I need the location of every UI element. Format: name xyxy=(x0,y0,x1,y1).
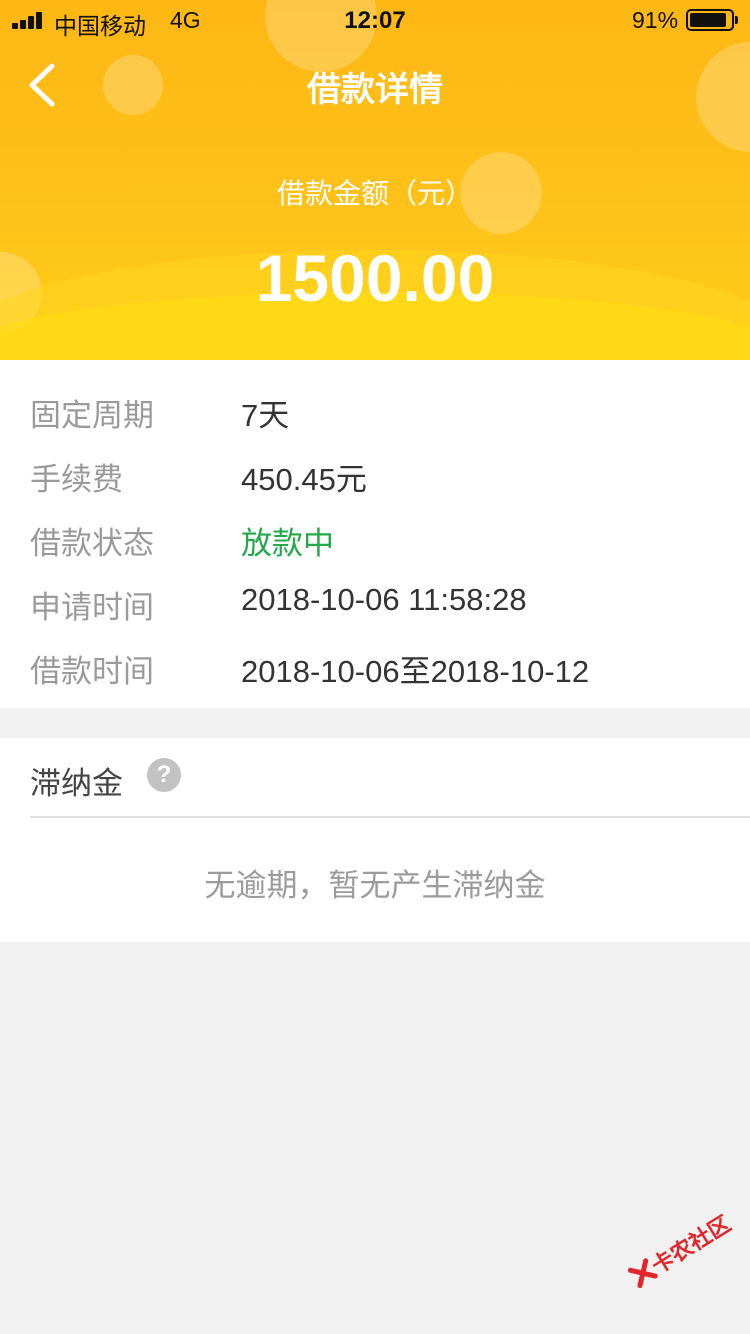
detail-row-fee: 手续费 450.45元 xyxy=(0,440,750,504)
battery-percent: 91% xyxy=(632,7,679,33)
battery-icon xyxy=(686,9,738,31)
header-banner: 中国移动 4G 12:07 91% 借款详情 借款金额（元） 1500.00 xyxy=(0,0,750,360)
detail-row-status: 借款状态 放款中 xyxy=(0,504,750,568)
question-mark-icon[interactable]: ? xyxy=(147,758,181,792)
late-fee-message: 无逾期，暂无产生滞纳金 xyxy=(204,868,546,903)
late-fee-card: 滞纳金 ? 无逾期，暂无产生滞纳金 xyxy=(0,738,750,942)
loan-amount: 1500.00 xyxy=(255,241,495,315)
watermark-text: 卡农社区 xyxy=(647,1210,736,1279)
detail-label: 借款时间 xyxy=(30,654,154,689)
watermark-logo: 卡农社区 xyxy=(616,1201,736,1302)
detail-label: 手续费 xyxy=(30,462,123,497)
detail-label: 固定周期 xyxy=(30,398,154,433)
late-fee-title: 滞纳金 xyxy=(30,766,123,801)
page-title: 借款详情 xyxy=(307,71,443,109)
detail-value: 450.45元 xyxy=(241,462,367,497)
detail-row-period: 固定周期 7天 xyxy=(0,376,750,440)
detail-label: 借款状态 xyxy=(30,526,154,561)
detail-label: 申请时间 xyxy=(30,590,154,625)
detail-value: 2018-10-06至2018-10-12 xyxy=(241,654,590,689)
detail-value: 2018-10-06 11:58:28 xyxy=(241,582,527,617)
detail-value: 7天 xyxy=(241,398,290,433)
divider xyxy=(30,816,750,818)
status-value: 放款中 xyxy=(241,526,334,561)
status-bar: 中国移动 4G 12:07 91% xyxy=(0,0,750,40)
amount-label: 借款金额（元） xyxy=(276,178,473,209)
detail-row-apply-time: 申请时间 2018-10-06 11:58:28 xyxy=(0,568,750,632)
loan-details-card: 固定周期 7天 手续费 450.45元 借款状态 放款中 申请时间 2018-1… xyxy=(0,360,750,708)
detail-row-loan-time: 借款时间 2018-10-06至2018-10-12 xyxy=(0,632,750,696)
